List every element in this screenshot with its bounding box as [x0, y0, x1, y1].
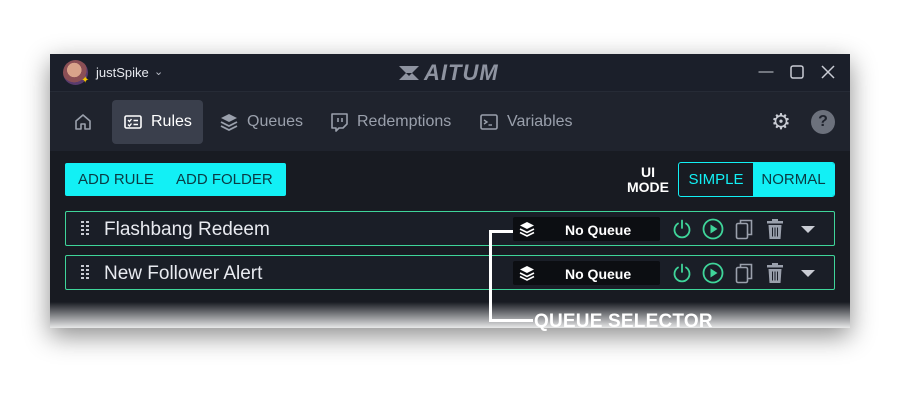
nav-item-variables[interactable]: Variables — [468, 100, 584, 144]
annotation-label: QUEUE SELECTOR — [534, 311, 713, 332]
twitch-icon — [331, 113, 348, 132]
ui-mode-label-line1: UI — [641, 164, 655, 180]
nav-item-rules[interactable]: Rules — [112, 100, 203, 144]
ui-mode-label: UI MODE — [624, 165, 672, 195]
queue-selector-value: No Queue — [565, 222, 632, 238]
layers-icon — [519, 222, 535, 237]
nav-label-queues: Queues — [247, 113, 304, 130]
nav-bar: Rules Queues Redemptions Variables ⚙ ? — [50, 91, 850, 151]
rule-row[interactable]: Flashbang Redeem No Queue — [65, 211, 835, 246]
gear-icon[interactable]: ⚙ — [769, 110, 793, 134]
stage: ✦ justSpike ⌄ AITUM — Rules Queues Redem… — [0, 0, 900, 400]
ui-mode-toggle: SIMPLE NORMAL — [678, 162, 835, 197]
layers-icon — [220, 114, 238, 132]
layers-icon — [519, 266, 535, 281]
rule-name[interactable]: New Follower Alert — [104, 263, 262, 285]
drag-handle-icon[interactable] — [81, 221, 89, 237]
maximize-icon[interactable] — [787, 62, 807, 82]
terminal-icon — [480, 114, 498, 130]
mode-simple-option[interactable]: SIMPLE — [679, 163, 753, 196]
chevron-down-icon[interactable]: ⌄ — [154, 65, 163, 78]
aitum-logo-icon — [399, 66, 419, 80]
app-window: ✦ justSpike ⌄ AITUM — Rules Queues Redem… — [50, 54, 850, 328]
trash-icon[interactable] — [764, 262, 786, 284]
nav-item-queues[interactable]: Queues — [208, 100, 314, 144]
close-icon[interactable] — [818, 62, 838, 82]
drag-handle-icon[interactable] — [81, 265, 89, 281]
power-icon[interactable] — [671, 218, 693, 240]
nav-label-redemptions: Redemptions — [357, 113, 452, 130]
play-icon[interactable] — [702, 218, 724, 240]
power-icon[interactable] — [671, 262, 693, 284]
app-logo: AITUM — [398, 60, 499, 85]
nav-label-variables: Variables — [507, 113, 573, 130]
logo-text: AITUM — [424, 60, 499, 85]
minimize-icon[interactable]: — — [756, 62, 776, 82]
annotation-line-bottom — [489, 319, 533, 322]
sparkle-badge-icon: ✦ — [81, 75, 90, 86]
annotation-line-top — [489, 230, 513, 233]
nav-label-rules: Rules — [151, 113, 192, 130]
copy-icon[interactable] — [733, 262, 755, 284]
trash-icon[interactable] — [764, 218, 786, 240]
chevron-down-icon[interactable] — [797, 218, 819, 240]
title-bar: ✦ justSpike ⌄ AITUM — — [50, 54, 850, 91]
rule-name[interactable]: Flashbang Redeem — [104, 219, 270, 241]
rules-icon — [124, 115, 142, 129]
queue-selector[interactable]: No Queue — [513, 217, 660, 241]
help-icon[interactable]: ? — [811, 110, 835, 134]
queue-selector[interactable]: No Queue — [513, 261, 660, 285]
ui-mode-label-line2: MODE — [627, 179, 669, 195]
rule-row[interactable]: New Follower Alert No Queue — [65, 255, 835, 290]
nav-item-home[interactable] — [62, 100, 104, 144]
annotation-line-vertical — [489, 230, 492, 322]
nav-item-redemptions[interactable]: Redemptions — [318, 100, 462, 144]
chevron-down-icon[interactable] — [797, 262, 819, 284]
add-rule-button[interactable]: ADD RULE — [65, 163, 167, 196]
home-icon — [75, 114, 91, 130]
mode-normal-option[interactable]: NORMAL — [753, 163, 834, 196]
play-icon[interactable] — [702, 262, 724, 284]
username-label[interactable]: justSpike — [96, 65, 149, 80]
copy-icon[interactable] — [733, 218, 755, 240]
add-folder-button[interactable]: ADD FOLDER — [163, 163, 286, 196]
queue-selector-value: No Queue — [565, 266, 632, 282]
